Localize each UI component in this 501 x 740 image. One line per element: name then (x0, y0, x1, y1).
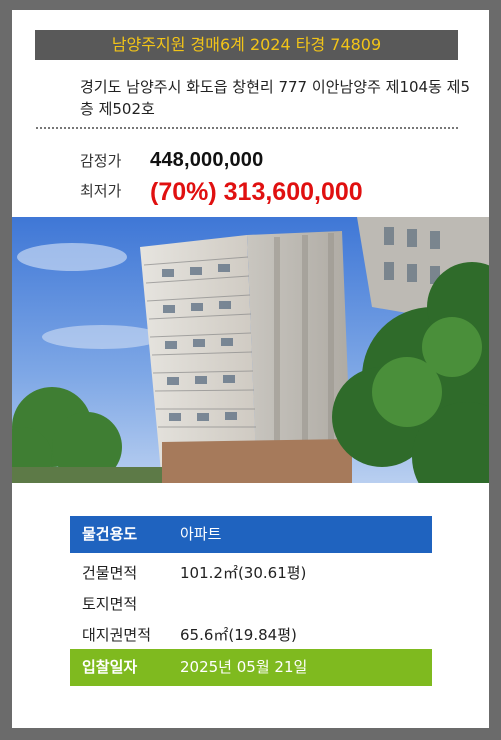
auction-card: 남양주지원 경매6계 2024 타경 74809 경기도 남양주시 화도읍 창현… (12, 10, 489, 728)
dotted-divider (36, 127, 458, 129)
detail-label: 입찰일자 (82, 658, 138, 676)
detail-row-usage: 물건용도 아파트 (70, 516, 432, 553)
detail-value: 2025년 05월 21일 (180, 658, 308, 676)
apartment-building-photo (12, 217, 489, 483)
case-title: 남양주지원 경매6계 2024 타경 74809 (35, 30, 458, 60)
detail-label: 물건용도 (82, 525, 138, 543)
detail-value: 아파트 (180, 525, 222, 543)
property-address: 경기도 남양주시 화도읍 창현리 777 이안남양주 제104동 제5층 제50… (80, 78, 470, 118)
appraisal-label: 감정가 (80, 152, 122, 170)
minimum-price: (70%) 313,600,000 (150, 178, 363, 206)
minimum-label: 최저가 (80, 182, 122, 200)
appraisal-price: 448,000,000 (150, 149, 264, 171)
detail-row-bid-date: 입찰일자 2025년 05월 21일 (70, 649, 432, 686)
